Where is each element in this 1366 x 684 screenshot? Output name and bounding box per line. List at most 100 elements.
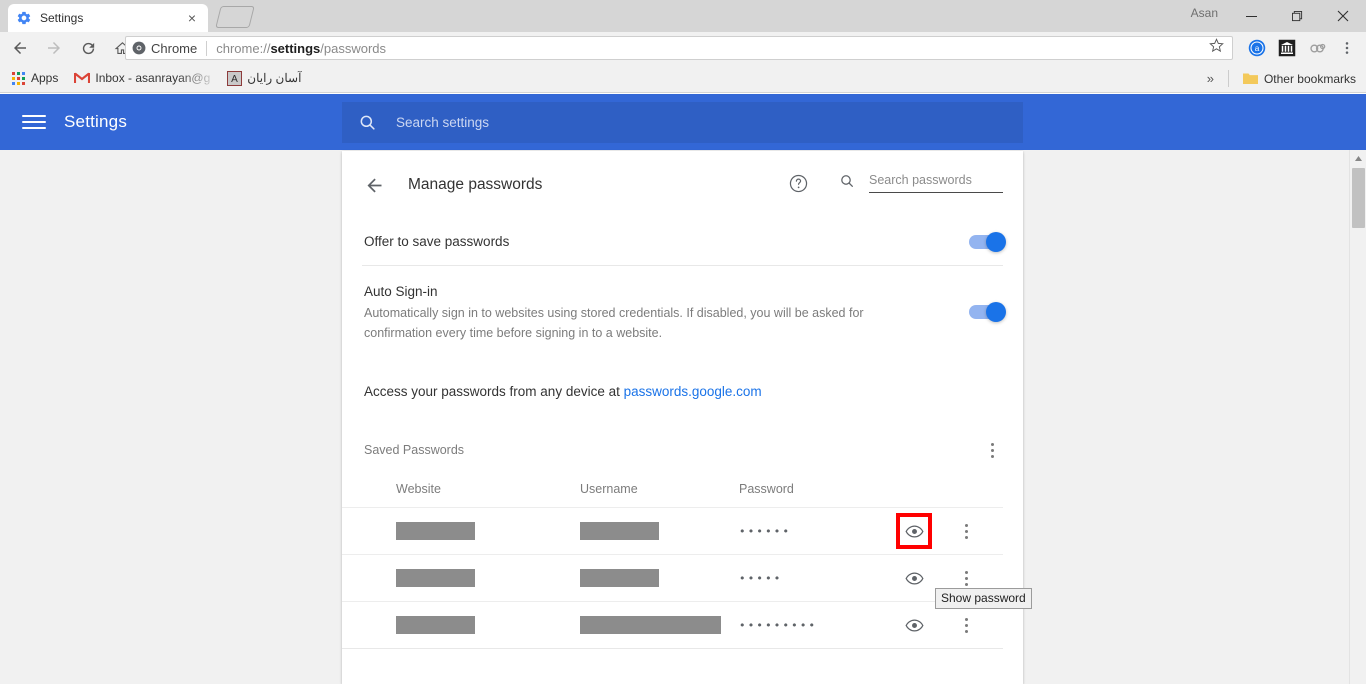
saved-passwords-title: Saved Passwords: [364, 443, 465, 457]
window-close-button[interactable]: [1320, 0, 1366, 32]
redacted-username: [580, 522, 659, 540]
row-username-cell: [580, 616, 739, 634]
access-note-text: Access your passwords from any device at: [364, 384, 624, 399]
bookmark-star-icon[interactable]: [1209, 38, 1224, 58]
security-chip-label: Chrome: [151, 40, 198, 56]
security-chip[interactable]: Chrome: [132, 41, 197, 56]
show-password-button[interactable]: [899, 563, 929, 593]
scrollbar-up-arrow-icon[interactable]: [1350, 150, 1366, 167]
redacted-website: [396, 616, 475, 634]
manage-passwords-card: Manage passwords Search passwords Offer …: [342, 151, 1023, 684]
browser-title-bar: Settings × Asan: [0, 0, 1366, 32]
access-passwords-note: Access your passwords from any device at…: [342, 358, 1023, 423]
omnibox-divider: [206, 40, 208, 56]
folder-icon: [1243, 71, 1259, 87]
auto-signin-toggle[interactable]: [969, 302, 1006, 322]
apps-grid-icon: [10, 70, 26, 86]
saved-passwords-menu-icon[interactable]: [981, 439, 1003, 461]
bookmark-label: آسان رایان: [247, 71, 302, 85]
table-row[interactable]: •••••••••: [342, 601, 1003, 648]
hamburger-icon[interactable]: [22, 110, 46, 134]
window-minimize-button[interactable]: [1228, 0, 1274, 32]
browser-toolbar: Chrome chrome://settings/passwords a: [0, 32, 1366, 64]
search-passwords-input[interactable]: Search passwords: [869, 171, 1003, 193]
tab-close-icon[interactable]: ×: [184, 10, 200, 26]
auto-signin-label: Auto Sign-in: [364, 283, 438, 299]
redacted-username: [580, 569, 659, 587]
table-row[interactable]: ••••••: [342, 507, 1003, 554]
redacted-website: [396, 569, 475, 587]
address-bar[interactable]: Chrome chrome://settings/passwords: [125, 36, 1233, 60]
reload-button-icon[interactable]: [74, 34, 102, 62]
auto-signin-description: Automatically sign in to websites using …: [364, 305, 864, 340]
bookmark-label: Inbox - asanrayan@g: [95, 71, 211, 85]
row-website-cell: [396, 569, 580, 587]
other-bookmarks-folder[interactable]: Other bookmarks: [1237, 68, 1362, 90]
bookmark-apps[interactable]: Apps: [4, 67, 64, 89]
window-controls: [1228, 0, 1366, 32]
row-menu-icon[interactable]: [951, 516, 981, 546]
help-circle-icon[interactable]: [788, 173, 810, 195]
subpage-header: Manage passwords Search passwords: [342, 151, 1023, 219]
search-passwords-field[interactable]: Search passwords: [839, 171, 1003, 193]
chrome-menu-icon[interactable]: [1332, 32, 1362, 64]
window-user-label[interactable]: Asan: [1191, 6, 1218, 20]
asan-rayan-icon: A: [226, 70, 242, 86]
passwords-google-com-link[interactable]: passwords.google.com: [624, 384, 762, 399]
avast-icon[interactable]: a: [1242, 32, 1272, 64]
search-icon: [358, 113, 378, 133]
table-header-row: Website Username Password: [342, 471, 1003, 507]
offer-to-save-passwords-row[interactable]: Offer to save passwords: [342, 219, 1023, 265]
offer-to-save-label: Offer to save passwords: [364, 234, 510, 249]
search-passwords-placeholder: Search passwords: [869, 173, 972, 187]
extension-icons: a: [1242, 32, 1362, 64]
bookmarks-divider: [1227, 70, 1229, 87]
offer-to-save-toggle[interactable]: [969, 232, 1006, 252]
column-header-password: Password: [739, 482, 794, 496]
settings-search-box[interactable]: Search settings: [342, 102, 1023, 143]
other-bookmarks-label: Other bookmarks: [1263, 71, 1356, 86]
show-password-button[interactable]: [899, 610, 929, 640]
gmail-icon: [74, 70, 91, 86]
saved-passwords-table: Website Username Password •••••• ••••• •…: [342, 471, 1023, 649]
bookmark-inbox[interactable]: Inbox - asanrayan@g: [68, 67, 216, 89]
redacted-username: [580, 616, 721, 634]
settings-page-title: Settings: [64, 112, 128, 131]
bookmarks-bar-right: » Other bookmarks: [1197, 64, 1362, 93]
row-menu-icon[interactable]: [951, 610, 981, 640]
page-scrollbar[interactable]: [1349, 150, 1366, 684]
back-arrow-icon[interactable]: [362, 173, 386, 197]
bookmark-asan-rayan[interactable]: A آسان رایان: [220, 67, 307, 89]
bookmarks-overflow-icon[interactable]: »: [1197, 71, 1224, 86]
row-password-cell: •••••••••: [739, 618, 818, 632]
forward-button-icon: [40, 34, 68, 62]
url-scheme: chrome://: [216, 40, 271, 56]
row-actions: [899, 610, 1003, 640]
address-bar-url: chrome://settings/passwords: [216, 41, 386, 56]
row-website-cell: [396, 616, 580, 634]
back-button-icon[interactable]: [6, 34, 34, 62]
row-divider: [342, 648, 1003, 649]
scrollbar-thumb[interactable]: [1352, 168, 1365, 228]
auto-signin-text: Auto Sign-in Automatically sign in to we…: [364, 282, 969, 343]
auto-signin-row[interactable]: Auto Sign-in Automatically sign in to we…: [342, 266, 1023, 358]
browser-tab-settings[interactable]: Settings ×: [8, 4, 208, 32]
svg-text:A: A: [231, 74, 238, 85]
bookmarks-bar: Apps Inbox - asanrayan@g A آسان رایان »: [0, 64, 1366, 93]
tab-title: Settings: [40, 11, 84, 25]
offer-to-save-text: Offer to save passwords: [364, 232, 969, 252]
svg-text:a: a: [1255, 44, 1260, 53]
table-row[interactable]: •••••: [342, 554, 1003, 601]
search-icon: [839, 173, 855, 189]
settings-search-placeholder: Search settings: [396, 115, 490, 130]
row-username-cell: [580, 569, 739, 587]
row-password-cell: •••••: [739, 571, 783, 585]
window-maximize-button[interactable]: [1274, 0, 1320, 32]
bank-icon[interactable]: [1272, 32, 1302, 64]
show-password-tooltip: Show password: [935, 588, 1032, 609]
url-host: settings: [270, 40, 321, 56]
new-tab-button[interactable]: [215, 6, 255, 28]
chain-links-icon[interactable]: [1302, 32, 1332, 64]
show-password-button[interactable]: [896, 513, 932, 549]
settings-gear-icon: [16, 10, 32, 26]
